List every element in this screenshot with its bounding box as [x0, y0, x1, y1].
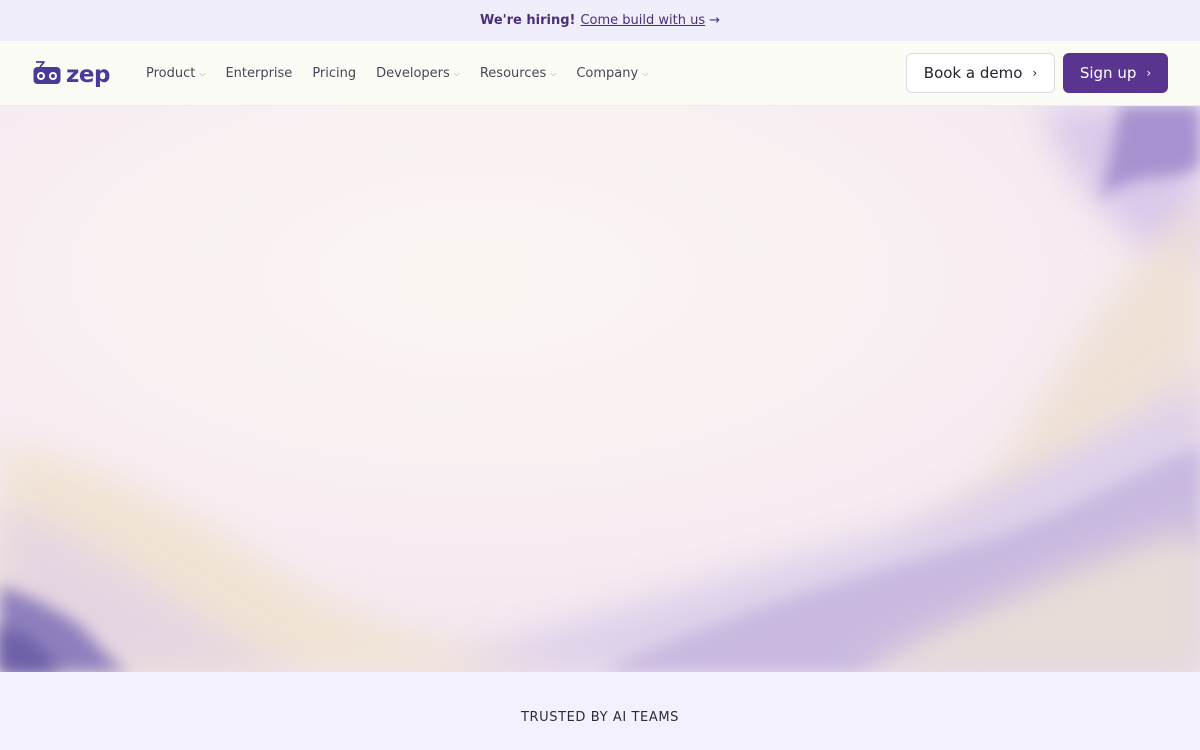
chevron-down-icon: ⌵: [550, 69, 557, 78]
main-navigation: zep Product ⌵ Enterprise Pricing Develop…: [0, 41, 1200, 106]
nav-item-pricing[interactable]: Pricing: [312, 66, 356, 81]
book-demo-button[interactable]: Book a demo ›: [906, 53, 1055, 93]
nav-menu: Product ⌵ Enterprise Pricing Developers …: [146, 41, 668, 105]
logo-text: zep: [66, 62, 110, 88]
chevron-down-icon: ⌵: [642, 69, 649, 78]
robot-logo-icon: [33, 61, 61, 84]
nav-item-label: Product: [146, 65, 196, 81]
nav-item-company[interactable]: Company ⌵: [576, 66, 648, 81]
hero-watercolor-background: [0, 106, 1200, 672]
nav-item-resources[interactable]: Resources ⌵: [480, 66, 556, 81]
nav-item-label: Developers: [376, 65, 450, 81]
chevron-right-icon: ›: [1032, 66, 1038, 80]
sign-up-button[interactable]: Sign up ›: [1063, 53, 1168, 93]
zep-logo[interactable]: zep: [32, 57, 112, 89]
chevron-down-icon: ⌵: [199, 69, 206, 78]
book-demo-label: Book a demo: [923, 64, 1023, 82]
chevron-down-icon: ⌵: [453, 69, 460, 78]
nav-item-label: Company: [576, 65, 639, 81]
nav-item-label: Resources: [479, 65, 547, 81]
arrow-right-icon: →: [709, 13, 721, 28]
trusted-heading: TRUSTED BY AI TEAMS: [520, 709, 680, 725]
nav-item-label: Pricing: [312, 65, 357, 81]
nav-item-label: Enterprise: [225, 65, 293, 81]
nav-item-enterprise[interactable]: Enterprise: [225, 66, 292, 81]
hiring-text: We're hiring!: [479, 13, 576, 28]
sign-up-label: Sign up: [1079, 64, 1137, 82]
careers-link[interactable]: Come build with us: [580, 13, 705, 28]
chevron-right-icon: ›: [1146, 66, 1152, 80]
announcement-bar: We're hiring! Come build with us →: [0, 0, 1200, 41]
nav-item-developers[interactable]: Developers ⌵: [376, 66, 460, 81]
watercolor-illustration: [0, 106, 1200, 672]
nav-item-product[interactable]: Product ⌵: [146, 66, 205, 81]
trusted-section: TRUSTED BY AI TEAMS: [0, 672, 1200, 750]
